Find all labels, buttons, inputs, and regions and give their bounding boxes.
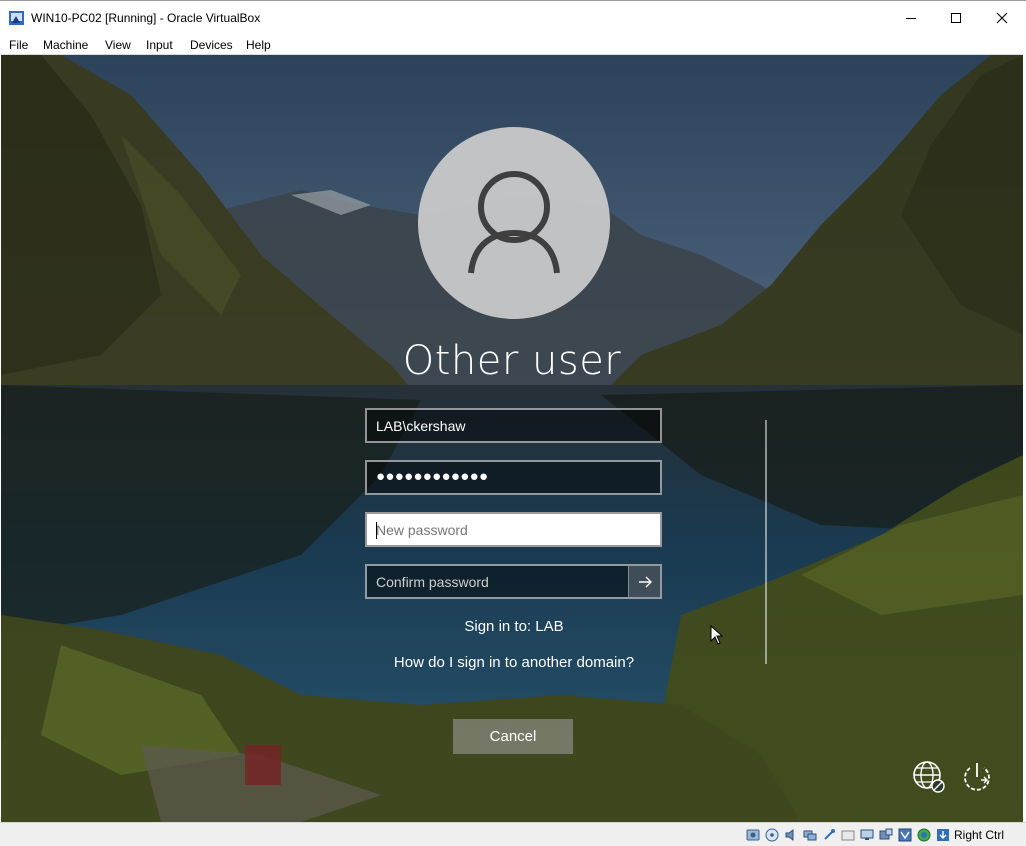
network-icon: [913, 761, 945, 793]
maximize-button[interactable]: [933, 1, 979, 35]
close-icon: [996, 12, 1008, 24]
power-icon: [964, 763, 990, 791]
sign-in-domain-text: Sign in to: LAB: [464, 618, 564, 635]
display-icon[interactable]: [860, 828, 874, 842]
password-mask: ●●●●●●●●●●●●: [376, 468, 489, 485]
arrow-right-icon: [638, 576, 652, 587]
menu-devices[interactable]: Devices: [190, 38, 233, 52]
window-title-bar: WIN10-PC02 [Running] - Oracle VirtualBox: [0, 0, 1026, 34]
menu-view[interactable]: View: [105, 38, 131, 52]
menu-input[interactable]: Input: [146, 38, 173, 52]
user-avatar: [418, 127, 610, 319]
username-field[interactable]: LAB\ckershaw: [365, 408, 662, 443]
power-button[interactable]: [959, 759, 995, 795]
usb-icon[interactable]: [822, 828, 836, 842]
host-key-label: Right Ctrl: [954, 828, 1005, 842]
new-password-placeholder: New password: [376, 522, 468, 538]
audio-icon[interactable]: [784, 828, 798, 842]
user-name-heading: Other user: [402, 338, 622, 384]
old-password-field[interactable]: ●●●●●●●●●●●●: [365, 460, 662, 495]
download-icon[interactable]: [936, 828, 950, 842]
cancel-button[interactable]: Cancel: [453, 719, 573, 754]
new-password-field[interactable]: New password: [365, 512, 662, 547]
shared-folders-icon[interactable]: [841, 828, 855, 842]
menu-machine[interactable]: Machine: [43, 38, 88, 52]
user-icon: [468, 171, 560, 274]
maximize-icon: [951, 13, 961, 23]
username-value: LAB\ckershaw: [376, 418, 466, 434]
menu-file[interactable]: File: [9, 38, 28, 52]
menu-bar: File Machine View Input Devices Help: [0, 34, 1026, 55]
confirm-password-field[interactable]: Confirm password: [365, 564, 662, 599]
minimize-button[interactable]: [888, 1, 934, 35]
status-bar: Right Ctrl: [0, 822, 1026, 846]
video-capture-icon[interactable]: [879, 828, 893, 842]
network-adapter-icon[interactable]: [803, 828, 817, 842]
window-title: WIN10-PC02 [Running] - Oracle VirtualBox: [31, 11, 261, 25]
minimize-icon: [906, 18, 916, 19]
mouse-integration-icon[interactable]: [917, 828, 931, 842]
virtualization-icon[interactable]: [898, 828, 912, 842]
divider-line: [765, 420, 767, 664]
confirm-password-placeholder: Confirm password: [376, 574, 489, 590]
network-button[interactable]: [911, 759, 947, 795]
close-button[interactable]: [979, 1, 1025, 35]
submit-button[interactable]: [628, 566, 660, 597]
hard-disk-icon[interactable]: [746, 828, 760, 842]
virtualbox-icon: [9, 11, 24, 25]
another-domain-link[interactable]: How do I sign in to another domain?: [314, 654, 714, 671]
mouse-cursor-icon: [710, 625, 724, 645]
menu-help[interactable]: Help: [246, 38, 271, 52]
vm-display[interactable]: Other user LAB\ckershaw ●●●●●●●●●●●● New…: [1, 55, 1023, 822]
optical-drive-icon[interactable]: [765, 828, 779, 842]
